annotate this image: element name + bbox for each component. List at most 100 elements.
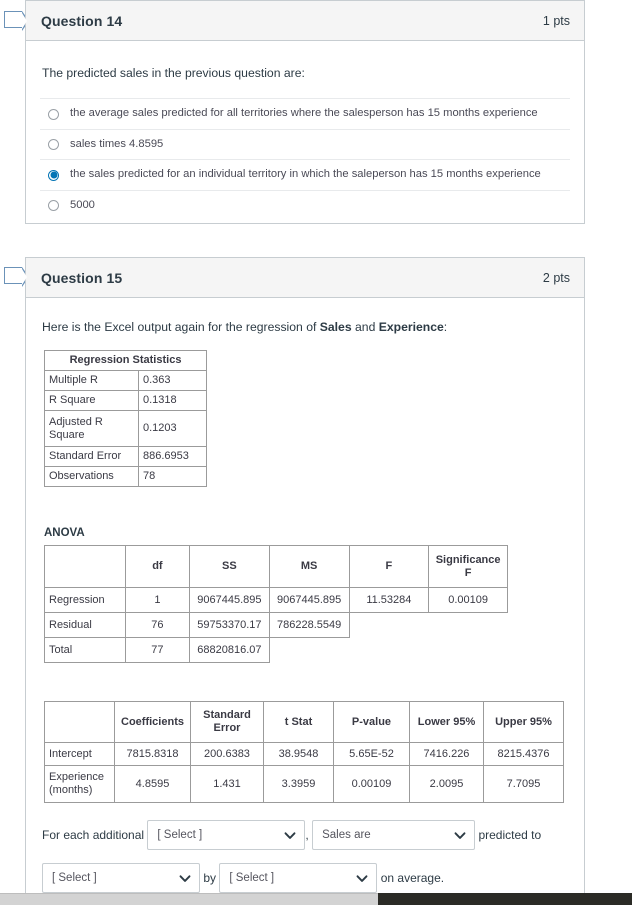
horizontal-scrollbar-thumb[interactable]	[0, 893, 378, 905]
col-p-value: P-value	[333, 701, 410, 743]
cell-label: Regression	[44, 587, 126, 613]
cell-label: Observations	[44, 466, 139, 487]
chevron-down-icon	[284, 829, 296, 840]
col-upper-95: Upper 95%	[483, 701, 564, 743]
fill-text-by: by	[203, 870, 217, 885]
answer-option[interactable]: sales times 4.8595	[40, 128, 570, 159]
intro-bold-experience: Experience	[378, 320, 444, 334]
cell-label: Intercept	[44, 742, 115, 766]
radio-icon-selected[interactable]	[48, 169, 59, 181]
col-f: F	[348, 545, 430, 588]
col-ss: SS	[189, 545, 270, 588]
select-dropdown-3[interactable]: [ Select ]	[42, 862, 200, 893]
chevron-down-icon	[179, 872, 191, 883]
cell-value: 0.1203	[138, 410, 207, 447]
horizontal-scrollbar[interactable]	[0, 893, 632, 905]
select-2-value: Sales are	[322, 828, 371, 841]
question-title-15: Question 15	[41, 269, 123, 286]
col-significance-f: Significance F	[428, 545, 508, 588]
cell-se: 1.431	[190, 765, 264, 803]
cell-df: 1	[124, 587, 191, 613]
col-blank	[44, 545, 126, 588]
cell-value: 0.1318	[138, 390, 207, 411]
table-row: Observations 78	[44, 466, 207, 487]
cell-value: 886.6953	[138, 446, 207, 467]
flag-outline-icon-q14[interactable]	[4, 10, 29, 31]
question-header-15: Question 15 2 pts	[26, 258, 584, 298]
cell-empty	[429, 613, 508, 638]
cell-ss: 68820816.07	[189, 637, 270, 663]
fill-in-the-blank-row-2: [ Select ] by [ Select ] on average.	[40, 854, 570, 895]
fill-in-the-blank-row: For each additional [ Select ] , Sales a…	[40, 811, 570, 852]
question-intro-15: Here is the Excel output again for the r…	[40, 298, 570, 342]
question-points-15: 2 pts	[542, 270, 570, 285]
table-row: Adjusted R Square 0.1203	[44, 410, 207, 447]
question-header-14: Question 14 1 pts	[26, 1, 584, 41]
cell-label: Adjusted R Square	[44, 410, 139, 447]
fill-text-after: on average.	[380, 870, 445, 885]
table-row: Regression Statistics	[44, 350, 207, 371]
select-dropdown-2[interactable]: Sales are	[312, 819, 476, 850]
cell-ms: 9067445.895	[268, 587, 350, 613]
cell-se: 200.6383	[190, 742, 264, 766]
cell-label: Standard Error	[44, 446, 139, 467]
col-ms: MS	[268, 545, 350, 588]
radio-icon[interactable]	[48, 108, 59, 120]
table-row: Experience (months) 4.8595 1.431 3.3959 …	[44, 765, 564, 803]
answer-list-14: the average sales predicted for all terr…	[40, 98, 570, 220]
table-row: Regression 1 9067445.895 9067445.895 11.…	[44, 587, 508, 613]
cell-empty	[269, 638, 349, 663]
answer-label: the average sales predicted for all terr…	[70, 107, 538, 120]
answer-label: the sales predicted for an individual te…	[70, 168, 541, 181]
cell-upper: 7.7095	[483, 765, 564, 803]
fill-comma: ,	[305, 827, 309, 842]
cell-upper: 8215.4376	[483, 742, 564, 766]
answer-option-selected[interactable]: the sales predicted for an individual te…	[40, 159, 570, 189]
cell-ms: 786228.5549	[268, 612, 350, 638]
intro-bold-sales: Sales	[319, 320, 352, 334]
radio-icon[interactable]	[48, 139, 59, 151]
cell-empty	[349, 638, 429, 663]
intro-part2: and	[351, 320, 379, 334]
question-card-14: Question 14 1 pts The predicted sales in…	[25, 0, 585, 224]
radio-icon[interactable]	[48, 200, 59, 211]
cell-f: 11.53284	[348, 587, 430, 613]
table-row: Intercept 7815.8318 200.6383 38.9548 5.6…	[44, 742, 564, 766]
question-title-14: Question 14	[41, 12, 123, 29]
col-t-stat: t Stat	[263, 701, 334, 743]
answer-option[interactable]: 5000	[40, 189, 570, 220]
cell-label: Residual	[44, 612, 126, 638]
cell-empty	[349, 613, 429, 638]
cell-label: Multiple R	[44, 370, 139, 391]
fill-text-mid: predicted to	[478, 827, 542, 842]
cell-sig: 0.00109	[428, 587, 508, 613]
table-row: R Square 0.1318	[44, 390, 207, 411]
cell-lower: 2.0095	[409, 765, 484, 803]
table-row: Residual 76 59753370.17 786228.5549	[44, 612, 508, 638]
col-lower-95: Lower 95%	[409, 701, 484, 743]
select-1-value: [ Select ]	[157, 828, 203, 841]
flag-outline-icon-q15[interactable]	[4, 266, 29, 287]
select-dropdown-4[interactable]: [ Select ]	[219, 862, 378, 893]
question-prompt-14: The predicted sales in the previous ques…	[42, 66, 305, 80]
cell-t: 38.9548	[263, 742, 334, 766]
cell-p: 5.65E-52	[333, 742, 410, 766]
select-3-value: [ Select ]	[52, 871, 97, 884]
anova-table: df SS MS F Significance F Regression 1 9…	[44, 545, 508, 663]
col-blank	[44, 701, 115, 743]
col-standard-error: Standard Error	[190, 701, 264, 743]
col-df: df	[124, 545, 191, 588]
cell-coef: 4.8595	[114, 765, 191, 803]
cell-df: 77	[124, 637, 191, 663]
cell-label: Experience (months)	[44, 765, 115, 803]
table-row: Multiple R 0.363	[44, 370, 207, 391]
select-dropdown-1[interactable]: [ Select ]	[147, 819, 306, 850]
answer-option[interactable]: the average sales predicted for all terr…	[40, 98, 570, 128]
regression-statistics-table: Regression Statistics Multiple R 0.363 R…	[44, 350, 207, 487]
cell-coef: 7815.8318	[114, 742, 191, 766]
cell-value: 0.363	[138, 370, 207, 391]
anova-title: ANOVA	[44, 527, 85, 539]
chevron-down-icon	[454, 829, 466, 840]
cell-lower: 7416.226	[409, 742, 484, 766]
quiz-page: Question 14 1 pts The predicted sales in…	[0, 0, 632, 905]
